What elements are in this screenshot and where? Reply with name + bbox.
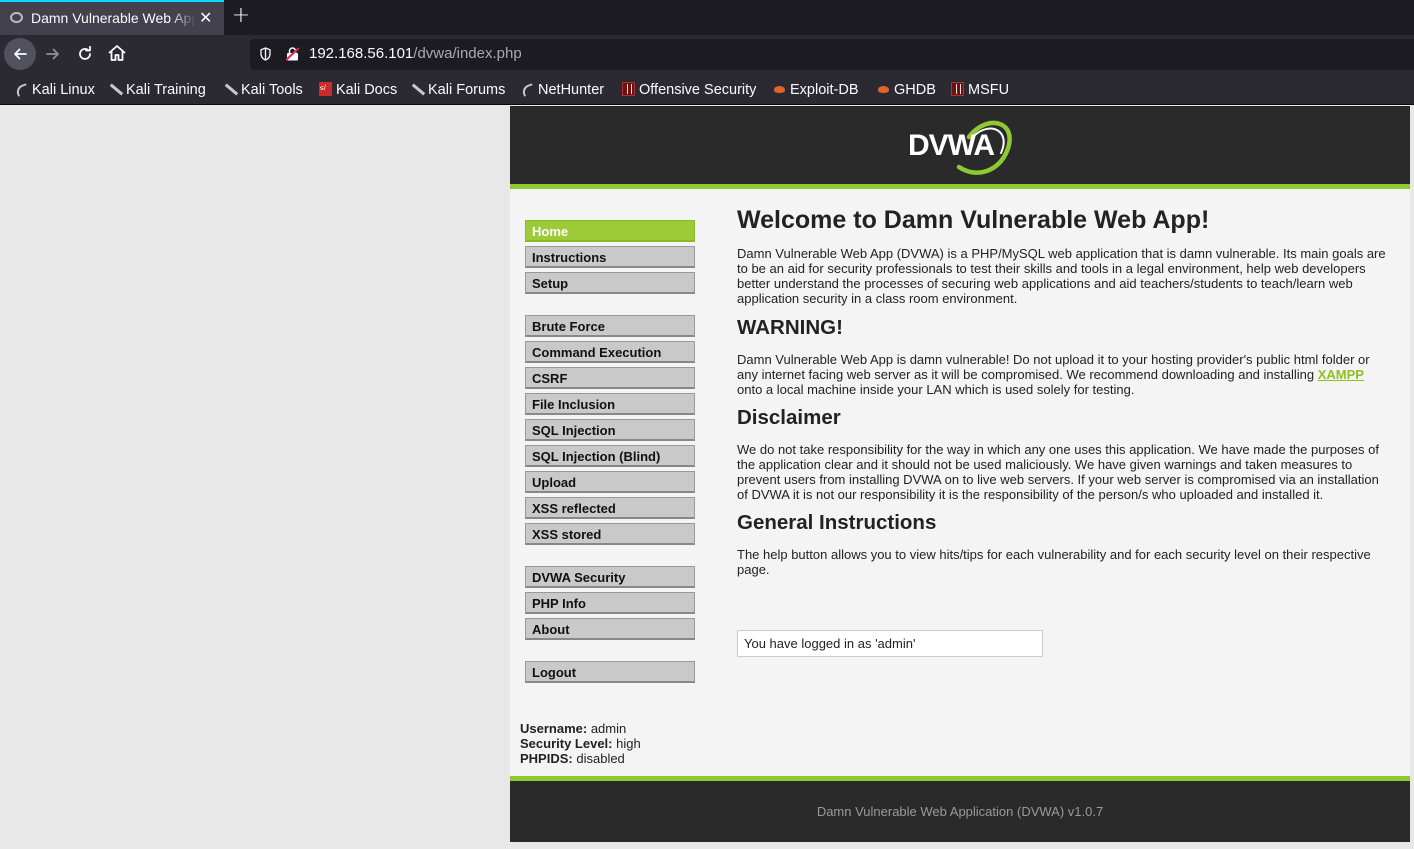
reload-icon xyxy=(79,45,91,60)
dvwa-logo-text: DVWA xyxy=(908,129,994,162)
menu-item-instructions[interactable]: Instructions xyxy=(525,246,695,268)
address-bar[interactable]: 192.168.56.101/dvwa/index.php xyxy=(250,39,1414,70)
bookmark-label: Offensive Security xyxy=(639,82,757,98)
menu-item-upload[interactable]: Upload xyxy=(525,471,695,493)
disclaimer-text: We do not take responsibility for the wa… xyxy=(737,442,1379,502)
bookmark-kali-tools[interactable]: Kali Tools xyxy=(224,81,303,99)
menu-item-sql-injection[interactable]: SQL Injection xyxy=(525,419,695,441)
tab-title: Damn Vulnerable Web App (DVWA) v1.0.7 ::… xyxy=(31,10,196,26)
dvwa-header: DVWA xyxy=(510,106,1410,189)
home-button[interactable] xyxy=(104,41,130,67)
forward-button[interactable] xyxy=(42,38,64,70)
menu-item-brute-force[interactable]: Brute Force xyxy=(525,315,695,337)
menu-item-dvwa-security[interactable]: DVWA Security xyxy=(525,566,695,588)
bookmark-exploit-db[interactable]: Exploit-DB xyxy=(773,81,859,99)
bookmark-label: Kali Training xyxy=(126,82,206,98)
dvwa-page: DVWA Home Instructions Setup Brute Force… xyxy=(510,106,1410,842)
bookmark-kali-training[interactable]: Kali Training xyxy=(109,81,206,99)
insecure-lock-icon[interactable] xyxy=(286,47,299,61)
knife-icon xyxy=(224,82,237,96)
tracking-shield-icon[interactable] xyxy=(260,47,271,61)
navigation-toolbar: 192.168.56.101/dvwa/index.php xyxy=(0,35,1414,75)
back-button[interactable] xyxy=(4,38,36,70)
dvwa-footer: Damn Vulnerable Web Application (DVWA) v… xyxy=(510,776,1410,842)
phpids-value: disabled xyxy=(576,751,625,766)
bookmark-label: GHDB xyxy=(894,82,936,98)
warning-text: Damn Vulnerable Web App is damn vulnerab… xyxy=(737,352,1392,397)
disclaimer-heading: Disclaimer xyxy=(737,406,841,429)
url-host: 192.168.56.101 xyxy=(309,45,414,62)
menu-item-xss-stored[interactable]: XSS stored xyxy=(525,523,695,545)
menu-item-sql-injection-blind[interactable]: SQL Injection (Blind) xyxy=(525,445,695,467)
warning-heading: WARNING! xyxy=(737,316,843,339)
exploitdb-icon xyxy=(773,82,786,96)
user-info: Username: admin Security Level: high PHP… xyxy=(520,721,641,766)
bookmark-label: NetHunter xyxy=(538,82,605,98)
bookmark-offensive-security[interactable]: Offensive Security xyxy=(622,81,756,99)
menu-item-csrf[interactable]: CSRF xyxy=(525,367,695,389)
bookmark-ghdb[interactable]: GHDB xyxy=(877,81,936,99)
security-level-label: Security Level: xyxy=(520,736,613,751)
exploitdb-icon xyxy=(877,82,890,96)
dvwa-logo: DVWA xyxy=(908,120,1012,175)
browser-tab-active[interactable]: Damn Vulnerable Web App (DVWA) v1.0.7 ::… xyxy=(0,0,224,35)
arrow-right-icon xyxy=(46,48,59,60)
home-icon xyxy=(108,45,126,61)
new-tab-button[interactable]: + xyxy=(230,5,252,29)
tab-strip: Damn Vulnerable Web App (DVWA) v1.0.7 ::… xyxy=(0,0,1414,35)
bookmark-kali-forums[interactable]: Kali Forums xyxy=(411,81,505,99)
bookmark-kali-docs[interactable]: Kali Docs xyxy=(319,81,397,99)
offsec-icon xyxy=(622,82,635,96)
login-message: You have logged in as 'admin' xyxy=(737,630,1043,657)
bookmark-label: Exploit-DB xyxy=(790,82,859,98)
tab-close-icon[interactable]: ✕ xyxy=(199,9,212,27)
menu-item-php-info[interactable]: PHP Info xyxy=(525,592,695,614)
security-level-row: Security Level: high xyxy=(520,736,641,751)
url-text[interactable]: 192.168.56.101/dvwa/index.php xyxy=(309,45,522,62)
bookmark-label: MSFU xyxy=(968,82,1010,98)
warning-text-before: Damn Vulnerable Web App is damn vulnerab… xyxy=(737,352,1370,382)
bookmark-label: Kali Forums xyxy=(428,82,506,98)
username-value: admin xyxy=(590,721,627,736)
username-row: Username: admin xyxy=(520,721,641,736)
security-level-value: high xyxy=(616,736,641,751)
menu-item-xss-reflected[interactable]: XSS reflected xyxy=(525,497,695,519)
bookmark-label: Kali Tools xyxy=(241,82,303,98)
xampp-link[interactable]: XAMPP xyxy=(1318,367,1364,382)
menu-item-command-execution[interactable]: Command Execution xyxy=(525,341,695,363)
arrow-left-icon xyxy=(14,48,27,60)
knife-icon xyxy=(411,82,424,96)
menu-item-home[interactable]: Home xyxy=(525,220,695,242)
bookmarks-toolbar: Kali Linux Kali Training Kali Tools Kali… xyxy=(0,75,1414,105)
url-path: /dvwa/index.php xyxy=(413,45,522,62)
intro-text: Damn Vulnerable Web App (DVWA) is a PHP/… xyxy=(737,246,1386,306)
bookmark-kali-linux[interactable]: Kali Linux xyxy=(15,81,95,99)
phpids-row: PHPIDS: disabled xyxy=(520,751,641,766)
knife-icon xyxy=(109,82,122,96)
menu-item-logout[interactable]: Logout xyxy=(525,661,695,683)
menu-item-about[interactable]: About xyxy=(525,618,695,640)
docs-icon xyxy=(319,82,332,96)
page-title: Welcome to Damn Vulnerable Web App! xyxy=(737,206,1210,234)
reload-button[interactable] xyxy=(74,38,96,70)
bookmark-nethunter[interactable]: NetHunter xyxy=(521,81,604,99)
warning-text-after: onto a local machine inside your LAN whi… xyxy=(737,382,1135,397)
bookmark-msfu[interactable]: MSFU xyxy=(951,81,1009,99)
bookmark-label: Kali Docs xyxy=(336,82,398,98)
dvwa-favicon-icon xyxy=(10,12,23,23)
bookmark-label: Kali Linux xyxy=(32,82,95,98)
general-instructions-text: The help button allows you to view hits/… xyxy=(737,547,1371,577)
general-instructions-heading: General Instructions xyxy=(737,511,937,534)
footer-text: Damn Vulnerable Web Application (DVWA) v… xyxy=(816,804,1104,819)
menu-item-setup[interactable]: Setup xyxy=(525,272,695,294)
kali-dragon-icon xyxy=(521,82,534,96)
username-label: Username: xyxy=(520,721,588,736)
phpids-label: PHPIDS: xyxy=(520,751,573,766)
kali-dragon-icon xyxy=(15,82,28,96)
menu-item-file-inclusion[interactable]: File Inclusion xyxy=(525,393,695,415)
offsec-icon xyxy=(951,82,964,96)
